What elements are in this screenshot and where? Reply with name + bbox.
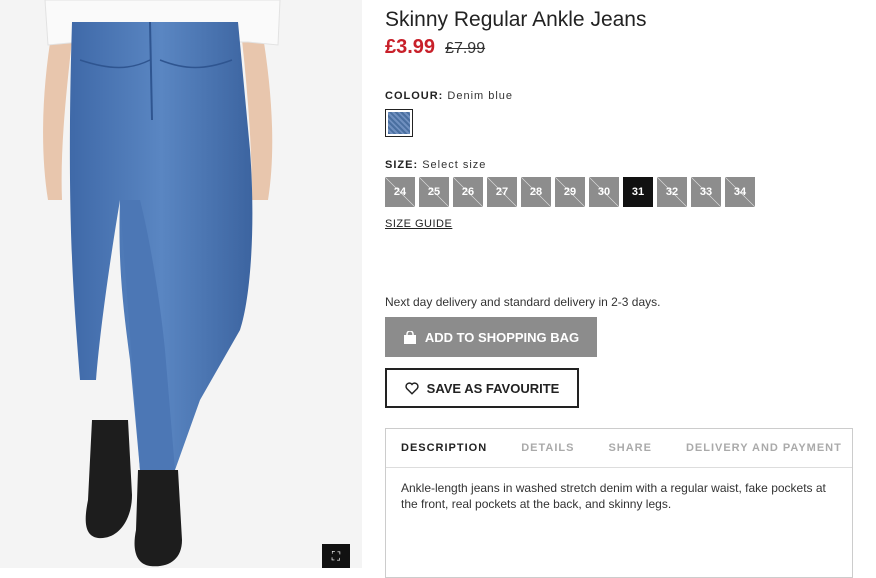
size-option-28[interactable]: 28	[521, 177, 551, 207]
colour-swatch-denim-blue[interactable]	[385, 109, 413, 137]
delivery-info: Next day delivery and standard delivery …	[385, 295, 661, 309]
size-label-row: SIZE: Select size	[385, 159, 486, 171]
jeans-illustration	[43, 0, 281, 567]
fullscreen-button[interactable]: ⛶	[322, 544, 350, 568]
colour-label: COLOUR:	[385, 90, 444, 102]
tab-details[interactable]: DETAILS	[521, 442, 574, 454]
size-option-29[interactable]: 29	[555, 177, 585, 207]
size-option-30[interactable]: 30	[589, 177, 619, 207]
size-option-27[interactable]: 27	[487, 177, 517, 207]
add-to-bag-label: ADD TO SHOPPING BAG	[424, 329, 580, 345]
original-price: £7.99	[445, 40, 486, 57]
tab-bar: DESCRIPTION DETAILS SHARE DELIVERY AND PAYM…	[386, 429, 852, 468]
add-to-bag-button[interactable]: ADD TO SHOPPING BAG	[385, 317, 597, 357]
size-option-25[interactable]: 25	[419, 177, 449, 207]
save-favourite-label: SAVE AS FAVOURITE	[426, 380, 560, 396]
shopping-bag-icon	[403, 330, 416, 344]
expand-icon: ⛶	[331, 548, 341, 563]
size-option-34[interactable]: 34	[725, 177, 755, 207]
tab-share[interactable]: SHARE	[608, 442, 652, 454]
size-guide-link[interactable]: SIZE GUIDE	[385, 218, 452, 230]
price-row: £3.99 £7.99	[385, 36, 485, 59]
size-option-33[interactable]: 33	[691, 177, 721, 207]
sale-price: £3.99	[385, 36, 436, 58]
colour-label-row: COLOUR: Denim blue	[385, 90, 513, 102]
size-selector: 24 25 26 27 28 29 30 31 32 33 34	[385, 177, 755, 207]
product-image[interactable]: ⛶	[0, 0, 362, 568]
heart-icon	[405, 381, 419, 395]
tab-description[interactable]: DESCRIPTION	[401, 442, 487, 454]
size-value: Select size	[422, 159, 487, 171]
size-option-24[interactable]: 24	[385, 177, 415, 207]
product-title: Skinny Regular Ankle Jeans	[385, 8, 647, 31]
description-text: Ankle-length jeans in washed stretch den…	[401, 481, 826, 511]
size-label: SIZE:	[385, 159, 419, 171]
size-option-32[interactable]: 32	[657, 177, 687, 207]
size-option-31[interactable]: 31	[623, 177, 653, 207]
colour-value: Denim blue	[447, 90, 514, 102]
product-info-tabs: DESCRIPTION DETAILS SHARE DELIVERY AND PAYM…	[385, 428, 853, 578]
save-favourite-button[interactable]: SAVE AS FAVOURITE	[385, 368, 579, 408]
size-option-26[interactable]: 26	[453, 177, 483, 207]
tab-delivery-and-payment[interactable]: DELIVERY AND PAYMENT	[686, 442, 842, 454]
